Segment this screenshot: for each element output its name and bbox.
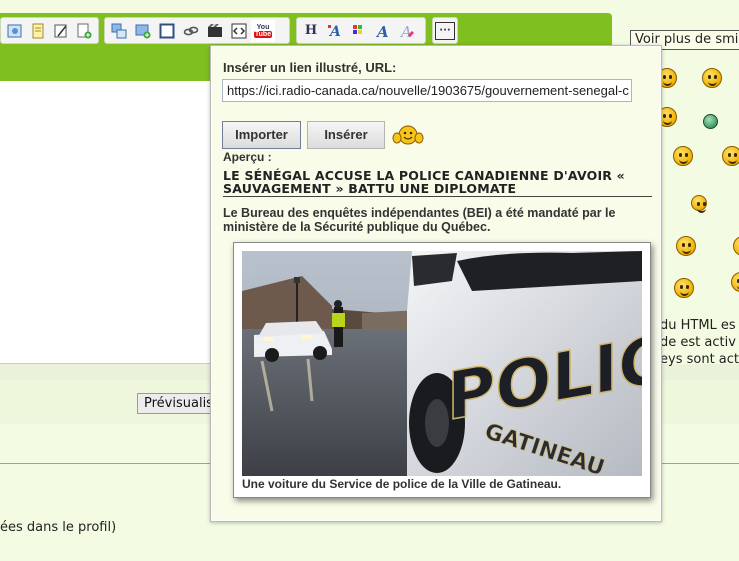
smiley-green-icon[interactable] bbox=[703, 114, 718, 129]
url-input[interactable]: https://ici.radio-canada.ca/nouvelle/190… bbox=[222, 79, 632, 102]
smiley-music-icon[interactable] bbox=[676, 236, 696, 256]
smiley-whistle-icon[interactable] bbox=[691, 195, 707, 213]
video-icon[interactable] bbox=[203, 20, 227, 42]
link-icon[interactable] bbox=[179, 20, 203, 42]
font-color-icon[interactable]: A bbox=[323, 20, 347, 42]
clear-format-icon[interactable]: A bbox=[395, 20, 419, 42]
add-file-icon[interactable] bbox=[73, 20, 96, 42]
smiley-thumbsup-icon[interactable] bbox=[673, 146, 693, 166]
color-palette-icon[interactable] bbox=[347, 20, 371, 42]
smiley-edge-icon[interactable] bbox=[733, 236, 739, 256]
note-icon[interactable] bbox=[26, 20, 49, 42]
smiley-edge2-icon[interactable] bbox=[731, 272, 739, 292]
toolbar-group-insert bbox=[0, 17, 99, 44]
article-figure: POLICE GATINEAU Une voiture du Service d… bbox=[233, 242, 651, 498]
import-button[interactable]: Importer bbox=[222, 121, 301, 149]
article-photo: POLICE GATINEAU bbox=[242, 251, 642, 476]
profile-note: ées dans le profil) bbox=[0, 520, 117, 535]
svg-text:A: A bbox=[375, 23, 389, 39]
preview-label: Aperçu : bbox=[223, 150, 272, 164]
toolbar-group-more: ··· bbox=[432, 17, 458, 44]
font-style-icon[interactable]: A bbox=[371, 20, 395, 42]
heading-icon[interactable]: H bbox=[299, 20, 323, 42]
preview-button[interactable]: Prévisualiser bbox=[137, 393, 217, 414]
bbcode-status-text: de est activ bbox=[660, 335, 736, 350]
edit-icon[interactable] bbox=[50, 20, 73, 42]
article-description: Le Bureau des enquêtes indépendantes (BE… bbox=[223, 206, 616, 234]
frame-icon[interactable] bbox=[155, 20, 179, 42]
applause-smiley-icon bbox=[392, 125, 424, 145]
html-status-text: du HTML es bbox=[660, 318, 736, 333]
smiley-thumbsup2-icon[interactable] bbox=[722, 146, 739, 166]
image-left-icon[interactable] bbox=[107, 20, 131, 42]
url-label: Insérer un lien illustré, URL: bbox=[223, 60, 397, 75]
embed-code-icon[interactable] bbox=[227, 20, 251, 42]
toolbar-group-media: You Tube bbox=[104, 17, 290, 44]
insert-link-dialog: Insérer un lien illustré, URL: https://i… bbox=[210, 45, 662, 522]
insert-button[interactable]: Insérer bbox=[307, 121, 385, 149]
more-icon[interactable]: ··· bbox=[435, 21, 455, 40]
image-add-icon[interactable] bbox=[131, 20, 155, 42]
article-title: LE SÉNÉGAL ACCUSE LA POLICE CANADIENNE D… bbox=[223, 169, 652, 197]
image-caption: Une voiture du Service de police de la V… bbox=[242, 477, 562, 491]
youtube-icon[interactable]: You Tube bbox=[251, 19, 275, 42]
smileys-status-text: eys sont act bbox=[660, 352, 739, 367]
smiley-neutral-icon[interactable] bbox=[674, 278, 694, 298]
smiley-grin-icon[interactable] bbox=[702, 68, 722, 88]
toolbar-group-format: H A A A bbox=[296, 17, 426, 44]
insert-image-icon[interactable] bbox=[3, 20, 26, 42]
